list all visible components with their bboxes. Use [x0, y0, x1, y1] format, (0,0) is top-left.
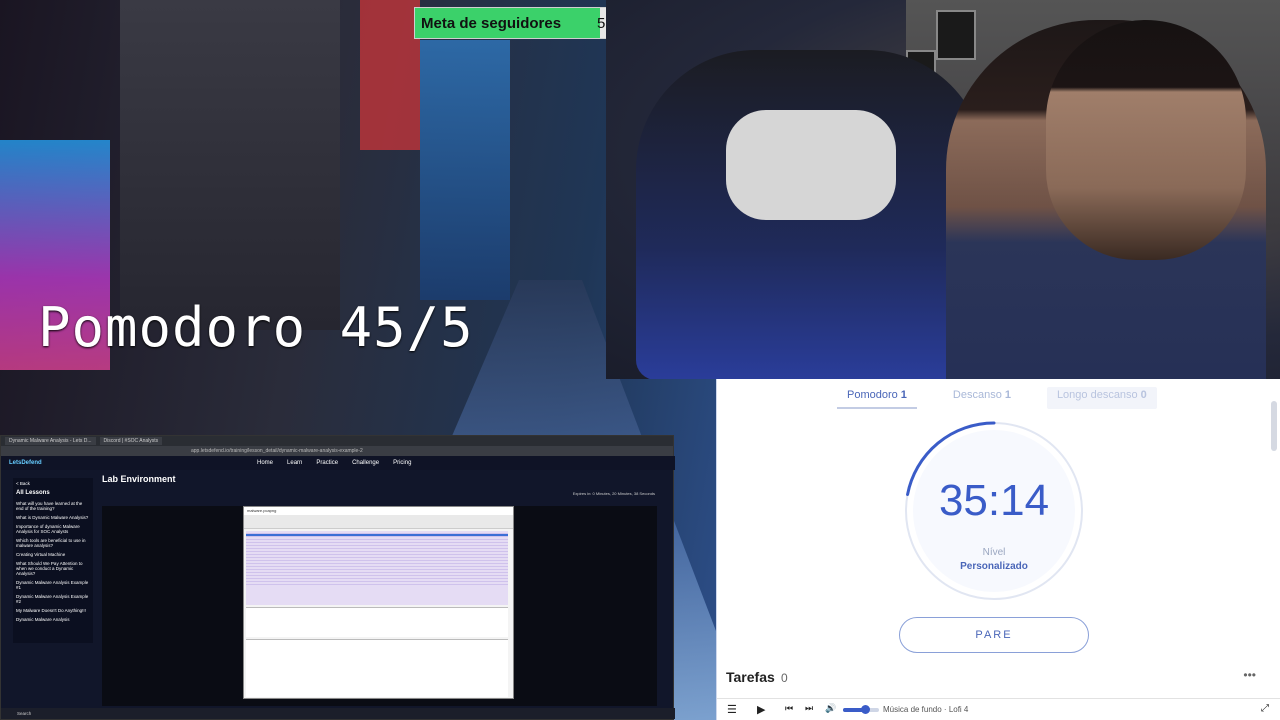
building: [120, 0, 340, 330]
music-player-bar: ☰ ▶ ⏮ ⏭ 🔊 Música de fundo · Lofi 4 ⤢: [717, 698, 1280, 720]
menu-icon[interactable]: ☰: [727, 703, 737, 716]
lesson-item[interactable]: My Malware Doesn't Do Anything!!!: [16, 608, 90, 613]
wireshark-toolbar: [244, 515, 513, 529]
windows-taskbar: Search: [1, 708, 675, 719]
more-options-icon[interactable]: •••: [1243, 668, 1256, 682]
packet-row[interactable]: [246, 582, 508, 585]
lesson-item[interactable]: Importance of dynamic Malware Analysis f…: [16, 524, 90, 534]
tab-label: Pomodoro: [847, 389, 898, 401]
tab-label: Descanso: [952, 389, 1002, 401]
back-link[interactable]: < Back: [16, 481, 90, 486]
lesson-item[interactable]: Dynamic Malware Analysis: [16, 617, 90, 622]
previous-icon[interactable]: ⏮: [785, 703, 793, 714]
nav-practice[interactable]: Practice: [316, 460, 338, 466]
follower-goal-current: 5: [597, 15, 606, 32]
pomodoro-timer-panel: Pomodoro 1 Descanso 1 Longo descanso 0 35:1…: [716, 379, 1280, 720]
tab-short-break[interactable]: Descanso 1: [943, 387, 1021, 409]
lesson-item[interactable]: What will you have learned at the end of…: [16, 501, 90, 511]
chair-pillow: [726, 110, 896, 220]
lab-top-nav: LetsDefend Home Learn Practice Challenge…: [1, 456, 675, 470]
lab-title: Lab Environment: [102, 474, 176, 484]
follower-goal-label: Meta de seguidores: [421, 15, 562, 32]
nav-home[interactable]: Home: [257, 460, 273, 466]
lessons-header: All Lessons: [16, 490, 50, 496]
lesson-item[interactable]: Creating Virtual Machine: [16, 552, 90, 557]
volume-knob[interactable]: [860, 705, 870, 714]
tab-count: 1: [1004, 389, 1011, 401]
wireshark-title: malware.pcapng: [244, 507, 513, 515]
tab-long-break[interactable]: Longo descanso 0: [1046, 387, 1157, 409]
lessons-sidebar: < Back All Lessons What will you have le…: [13, 478, 93, 643]
packet-list[interactable]: [246, 531, 508, 605]
red-sign: [360, 0, 420, 150]
tab-label: Longo descanso: [1056, 389, 1138, 401]
streamer-head: [1046, 20, 1246, 260]
lab-nav-menu: Home Learn Practice Challenge Pricing: [257, 460, 411, 466]
volume-icon[interactable]: 🔊: [825, 703, 836, 714]
lesson-item[interactable]: Dynamic Malware Analysis Example #2: [16, 594, 90, 604]
browser-tab[interactable]: Discord | #SOC Analysts: [99, 437, 163, 445]
lesson-item[interactable]: What is Dynamic Malware Analysis?: [16, 515, 90, 520]
taskbar-search[interactable]: Search: [17, 711, 31, 716]
pomodoro-overlay-title: Pomodoro 45/5: [38, 296, 474, 359]
timer-mode-tabs: Pomodoro 1 Descanso 1 Longo descanso 0: [837, 387, 1157, 409]
lesson-item[interactable]: Dynamic Malware Analysis Example #1: [16, 580, 90, 590]
captured-laptop-screen: Dynamic Malware Analysis - Lets D... Dis…: [0, 435, 675, 720]
nav-pricing[interactable]: Pricing: [393, 460, 411, 466]
next-icon[interactable]: ⏭: [805, 703, 813, 714]
tab-count: 1: [900, 389, 907, 401]
lesson-item[interactable]: What Should We Pay Attention to when we …: [16, 561, 90, 576]
nav-learn[interactable]: Learn: [287, 460, 302, 466]
track-name: Música de fundo · Lofi 4: [883, 705, 969, 714]
address-bar[interactable]: app.letsdefend.io/training/lesson_detail…: [1, 446, 673, 456]
browser-tab[interactable]: Dynamic Malware Analysis - Lets D...: [5, 437, 96, 445]
packet-details[interactable]: [246, 607, 508, 637]
timer-display: 35:14: [938, 476, 1050, 525]
letsdefend-logo[interactable]: LetsDefend: [9, 460, 42, 466]
nav-challenge[interactable]: Challenge: [352, 460, 379, 466]
panel-scrollbar[interactable]: [1271, 401, 1277, 451]
volume-slider[interactable]: [843, 705, 879, 714]
wireshark-window[interactable]: malware.pcapng: [243, 506, 514, 699]
level-value: Personalizado: [960, 561, 1028, 572]
tasks-count: 0: [781, 671, 788, 685]
level-label: Nível: [982, 547, 1006, 558]
blue-building: [420, 40, 510, 300]
lesson-item[interactable]: Which tools are beneficial to use in mal…: [16, 538, 90, 548]
stop-button[interactable]: PARE: [899, 617, 1089, 653]
tasks-heading: Tarefas: [726, 669, 775, 685]
browser-tab-bar: Dynamic Malware Analysis - Lets D... Dis…: [1, 436, 673, 446]
packet-bytes[interactable]: [246, 639, 508, 697]
wall-frame: [936, 10, 976, 60]
expand-icon[interactable]: ⤢: [1261, 703, 1269, 714]
webcam-feed: [606, 0, 1280, 379]
lab-expiry: Expires in: 0 Minutes, 20 Minutes, 38 Se…: [572, 491, 655, 496]
play-icon[interactable]: ▶: [757, 703, 765, 716]
tab-pomodoro[interactable]: Pomodoro 1: [837, 387, 917, 409]
tab-count: 0: [1140, 389, 1147, 401]
